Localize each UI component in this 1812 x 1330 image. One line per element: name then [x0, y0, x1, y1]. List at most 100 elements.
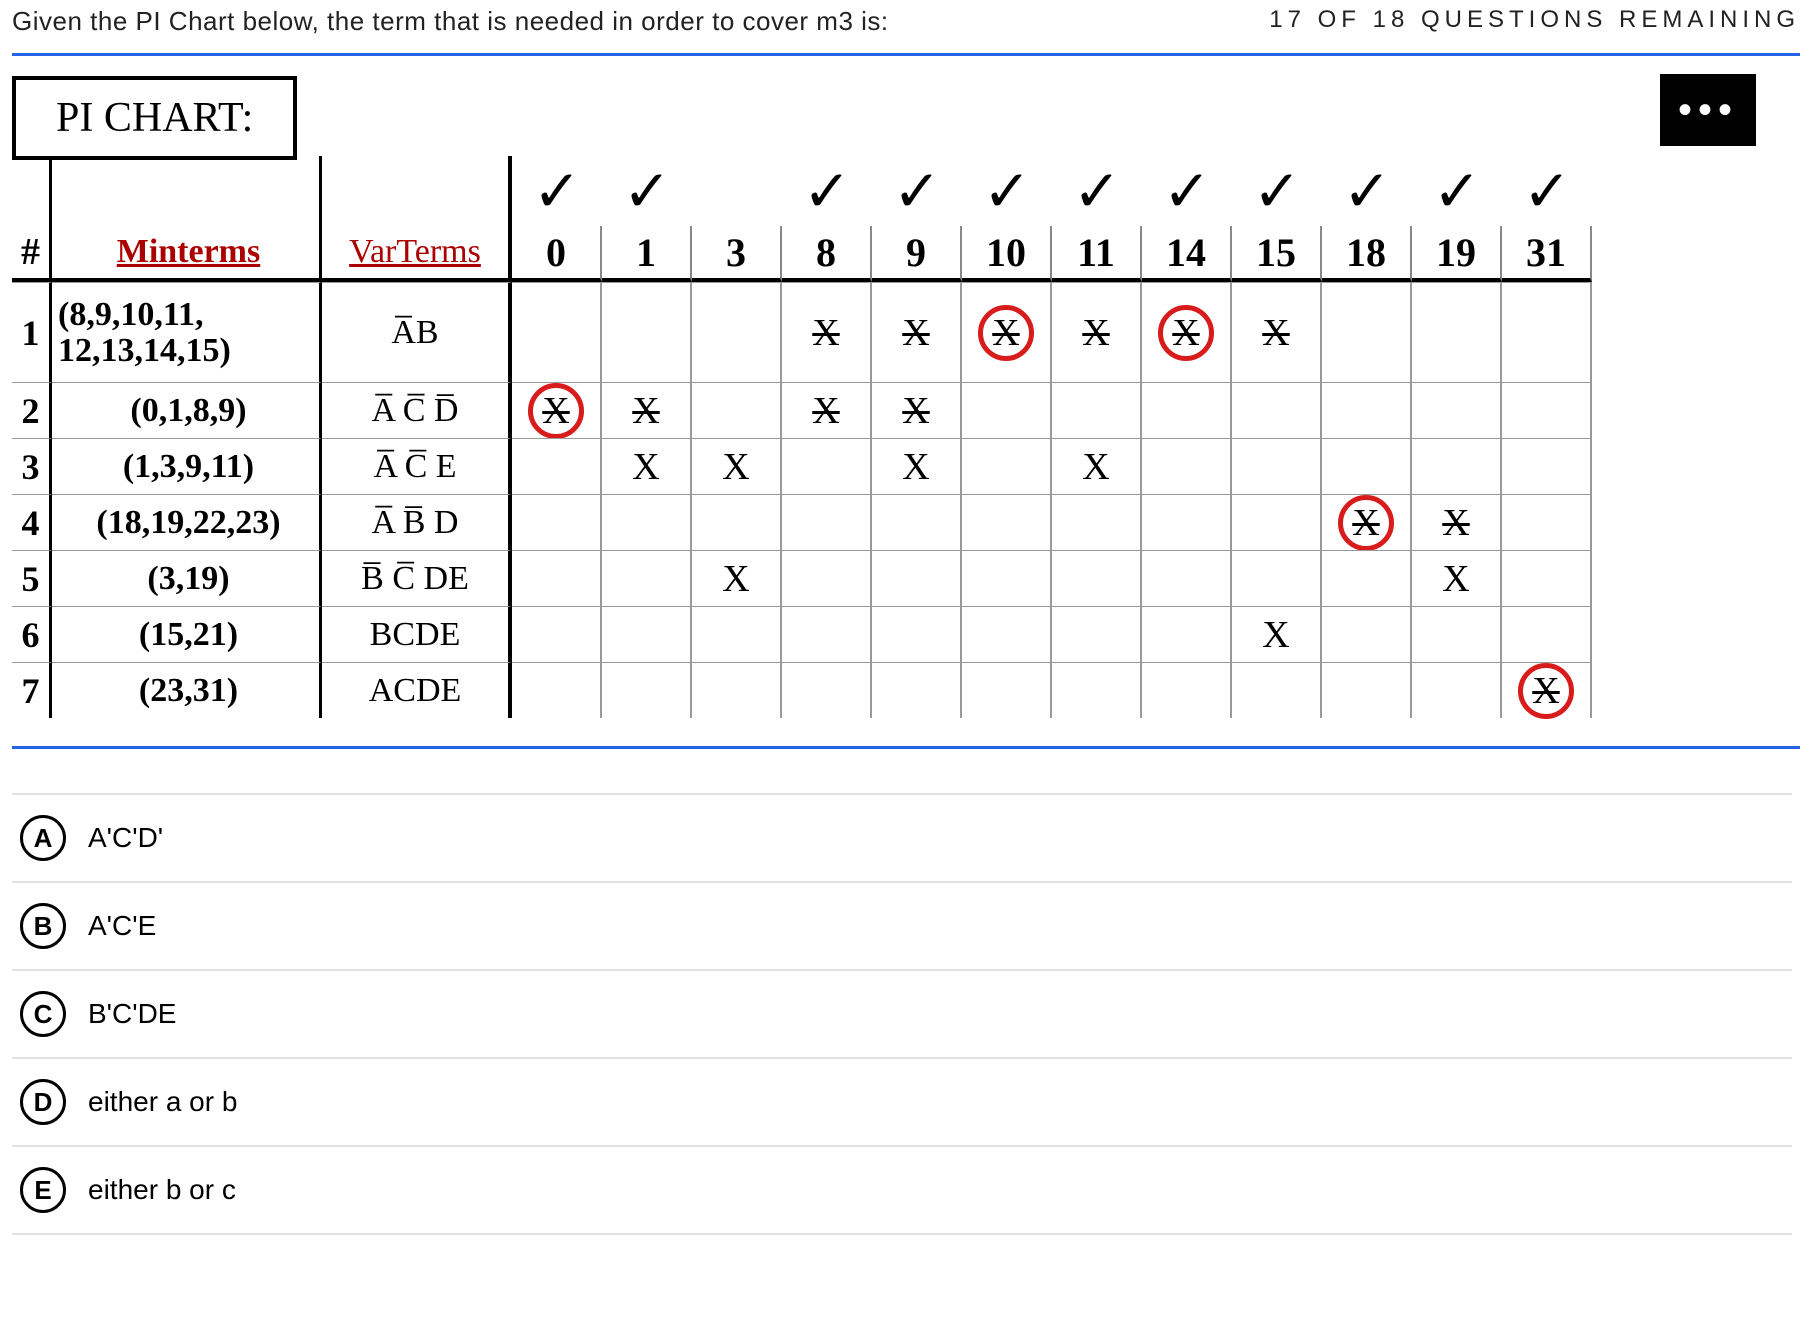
pi-cell — [1502, 438, 1592, 494]
image-more-button[interactable]: ••• — [1660, 74, 1756, 146]
pi-cell — [512, 494, 602, 550]
choice-text: A'C'D' — [88, 822, 163, 854]
answer-choice[interactable]: Deither a or b — [12, 1059, 1792, 1147]
x-mark: X — [722, 557, 749, 601]
answer-choice[interactable]: B A'C'E — [12, 883, 1792, 971]
pi-cell: X — [1502, 662, 1592, 718]
row-varterms: A̅ B̅ D — [322, 494, 512, 550]
col-checkmark: ✓ — [872, 156, 962, 226]
pi-cell — [1142, 438, 1232, 494]
pi-cell: X — [602, 438, 692, 494]
col-checkmark: ✓ — [1322, 156, 1412, 226]
choice-letter: E — [20, 1167, 66, 1213]
pi-cell — [1502, 606, 1592, 662]
pi-cell — [1322, 282, 1412, 382]
pi-cell — [872, 550, 962, 606]
pi-cell — [1322, 382, 1412, 438]
pi-cell — [692, 662, 782, 718]
question-counter: 17 OF 18 QUESTIONS REMAINING — [1269, 6, 1800, 34]
pi-cell — [782, 550, 872, 606]
answer-choice[interactable]: CB'C'DE — [12, 971, 1792, 1059]
x-mark: X — [1262, 311, 1289, 355]
pi-cell — [602, 606, 692, 662]
col-header: 19 — [1412, 226, 1502, 282]
pi-cell — [1412, 438, 1502, 494]
pi-cell: X — [1412, 550, 1502, 606]
x-mark: X — [992, 311, 1019, 355]
x-mark: X — [1082, 311, 1109, 355]
col-header: 14 — [1142, 226, 1232, 282]
pi-cell — [512, 438, 602, 494]
x-mark: X — [1352, 501, 1379, 545]
pi-cell — [602, 550, 692, 606]
col-header: 0 — [512, 226, 602, 282]
row-number: 7 — [12, 662, 52, 718]
col-checkmark: ✓ — [602, 156, 692, 226]
pi-cell: X — [692, 438, 782, 494]
row-number: 1 — [12, 282, 52, 382]
pi-cell: X — [602, 382, 692, 438]
choice-letter: B — [20, 903, 66, 949]
col-header: 18 — [1322, 226, 1412, 282]
pi-cell: X — [872, 438, 962, 494]
pi-cell — [1232, 438, 1322, 494]
pi-cell — [602, 282, 692, 382]
pi-cell: X — [692, 550, 782, 606]
x-mark: X — [542, 389, 569, 433]
choice-text: either b or c — [88, 1174, 236, 1206]
pi-cell — [782, 438, 872, 494]
pi-cell: X — [872, 282, 962, 382]
pi-cell — [512, 282, 602, 382]
row-number: 4 — [12, 494, 52, 550]
pi-cell — [1142, 606, 1232, 662]
pi-cell: X — [962, 282, 1052, 382]
pi-cell — [1232, 382, 1322, 438]
divider-top — [12, 53, 1800, 56]
pi-cell — [1322, 438, 1412, 494]
col-header: 1 — [602, 226, 692, 282]
pi-cell — [1052, 550, 1142, 606]
pi-cell — [782, 494, 872, 550]
pi-cell: X — [1232, 282, 1322, 382]
row-varterms: BCDE — [322, 606, 512, 662]
x-mark: X — [1172, 311, 1199, 355]
x-mark: X — [722, 445, 749, 489]
answer-choice[interactable]: AA'C'D' — [12, 793, 1792, 883]
col-checkmark: ✓ — [1052, 156, 1142, 226]
choice-text: A'C'E — [88, 910, 156, 942]
pi-cell — [692, 282, 782, 382]
x-mark: X — [1082, 445, 1109, 489]
pi-cell: X — [1322, 494, 1412, 550]
pi-cell — [1322, 662, 1412, 718]
choice-letter: C — [20, 991, 66, 1037]
row-varterms: B̅ C̅ DE — [322, 550, 512, 606]
pi-cell: X — [1142, 282, 1232, 382]
row-number: 5 — [12, 550, 52, 606]
x-mark: X — [812, 311, 839, 355]
answer-choice[interactable]: Eeither b or c — [12, 1147, 1792, 1235]
pi-cell — [692, 606, 782, 662]
col-header: 15 — [1232, 226, 1322, 282]
more-icon: ••• — [1678, 88, 1738, 133]
x-mark: X — [632, 389, 659, 433]
hash-header: # — [12, 226, 52, 282]
row-number: 6 — [12, 606, 52, 662]
col-checkmark: ✓ — [962, 156, 1052, 226]
pi-cell — [602, 662, 692, 718]
x-mark: X — [632, 445, 659, 489]
pi-cell — [1232, 550, 1322, 606]
pi-cell: X — [1052, 438, 1142, 494]
col-checkmark: ✓ — [1412, 156, 1502, 226]
pi-cell: X — [872, 382, 962, 438]
pi-cell — [872, 662, 962, 718]
pi-cell — [962, 606, 1052, 662]
row-minterms: (23,31) — [52, 662, 322, 718]
pi-cell — [962, 382, 1052, 438]
pi-cell — [512, 606, 602, 662]
pi-cell — [1052, 662, 1142, 718]
pi-cell — [1322, 606, 1412, 662]
choice-letter: D — [20, 1079, 66, 1125]
pi-cell — [1232, 662, 1322, 718]
pi-cell — [1502, 494, 1592, 550]
pi-cell — [1412, 606, 1502, 662]
